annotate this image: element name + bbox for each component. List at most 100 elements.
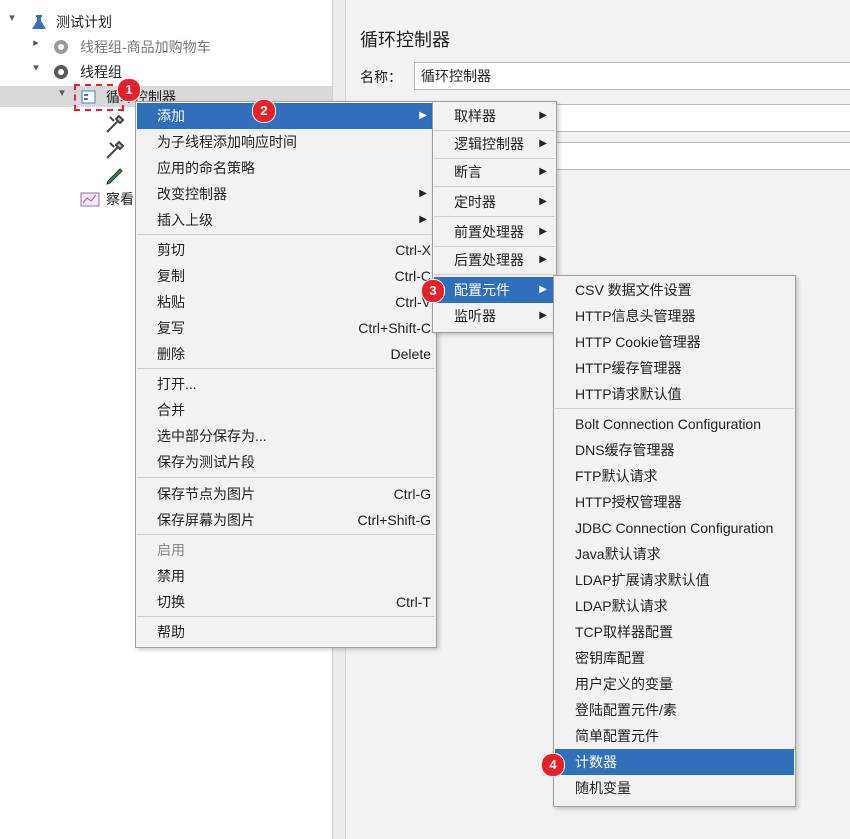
config-submenu-item-10[interactable]: Java默认请求 [555,541,794,567]
context-menu-item-9[interactable]: 删除 Delete [137,341,435,367]
add-submenu-item-5[interactable]: 后置处理器 ▶ [434,247,555,273]
context-menu-item-4[interactable]: 插入上级 ▶ [137,207,435,233]
config-submenu-item-18-label: 计数器 [575,754,617,770]
add-submenu-item-0-label: 取样器 [454,108,496,124]
config-submenu-item-7[interactable]: FTP默认请求 [555,463,794,489]
config-submenu-item-16[interactable]: 登陆配置元件/素 [555,697,794,723]
context-menu-item-11[interactable]: 合并 [137,397,435,423]
gear-icon [52,38,70,56]
context-menu-item-5-label: 剪切 [157,242,185,258]
chevron-right-icon: ▶ [539,138,547,149]
add-submenu-item-4[interactable]: 前置处理器 ▶ [434,219,555,245]
context-menu-item-7-label: 粘贴 [157,294,185,310]
context-menu-item-19[interactable]: 帮助 [137,619,435,645]
context-menu-item-15[interactable]: 保存屏幕为图片 Ctrl+Shift-G [137,507,435,533]
config-submenu-item-1[interactable]: HTTP信息头管理器 [555,303,794,329]
config-submenu-item-6-label: DNS缓存管理器 [575,442,675,458]
add-submenu-item-3[interactable]: 定时器 ▶ [434,189,555,215]
config-submenu-item-7-label: FTP默认请求 [575,468,658,484]
context-menu-item-8-label: 复写 [157,320,185,336]
chevron-down-icon[interactable]: ▾ [56,86,68,108]
context-menu-item-12[interactable]: 选中部分保存为... [137,423,435,449]
config-submenu-item-9[interactable]: JDBC Connection Configuration [555,515,794,541]
context-menu-item-0-label: 添加 [157,108,185,124]
context-menu-item-15-label: 保存屏幕为图片 [157,512,255,528]
config-submenu-item-18[interactable]: 计数器 [555,749,794,775]
context-menu-item-13[interactable]: 保存为测试片段 [137,449,435,475]
add-submenu-item-6-label: 配置元件 [454,282,510,298]
config-submenu-item-11[interactable]: LDAP扩展请求默认值 [555,567,794,593]
context-menu-item-1[interactable]: 为子线程添加响应时间 [137,129,435,155]
config-submenu-item-5[interactable]: Bolt Connection Configuration [555,411,794,437]
add-submenu-item-1-label: 逻辑控制器 [454,136,524,152]
config-submenu-item-3[interactable]: HTTP缓存管理器 [555,355,794,381]
config-submenu-item-8-label: HTTP授权管理器 [575,494,682,510]
flask-icon [30,13,48,31]
step-badge-3: 3 [421,279,445,303]
config-submenu-item-14-label: 密钥库配置 [575,650,645,666]
chevron-down-icon[interactable]: ▾ [6,11,18,33]
context-menu-item-1-label: 为子线程添加响应时间 [157,134,297,150]
config-submenu-item-0[interactable]: CSV 数据文件设置 [555,277,794,303]
chevron-down-icon[interactable]: ▾ [30,61,42,83]
config-submenu-item-9-label: JDBC Connection Configuration [575,520,774,536]
context-menu-item-7[interactable]: 粘贴 Ctrl-V [137,289,435,315]
tree-node-test-plan[interactable]: 测试计划 [56,11,112,33]
context-menu-item-2[interactable]: 应用的命名策略 [137,155,435,181]
context-menu-item-5[interactable]: 剪切 Ctrl-X [137,237,435,263]
chevron-right-icon: ▶ [539,196,547,207]
tree-node-thread-group-cart[interactable]: 线程组-商品加购物车 [80,36,211,58]
config-submenu-item-6[interactable]: DNS缓存管理器 [555,437,794,463]
context-menu-item-14[interactable]: 保存节点为图片 Ctrl-G [137,481,435,507]
menu-separator [434,130,555,131]
config-submenu-item-0-label: CSV 数据文件设置 [575,282,692,298]
context-menu: 添加 ▶ 为子线程添加响应时间 应用的命名策略 改变控制器 ▶ 插入上级 ▶ 剪切 Ctrl-X 复… [135,101,437,648]
sampler-icon [104,139,125,159]
config-submenu-item-10-label: Java默认请求 [575,546,661,562]
context-menu-item-10-label: 打开... [157,376,197,392]
config-submenu-item-4[interactable]: HTTP请求默认值 [555,381,794,407]
chevron-right-icon[interactable]: ▸ [30,36,42,58]
context-menu-item-11-label: 合并 [157,402,185,418]
config-submenu-item-19[interactable]: 随机变量 [555,775,794,801]
config-submenu-item-8[interactable]: HTTP授权管理器 [555,489,794,515]
add-submenu-item-6[interactable]: 配置元件 ▶ [434,277,555,303]
chevron-right-icon: ▶ [419,110,427,121]
context-menu-item-6[interactable]: 复制 Ctrl-C [137,263,435,289]
add-submenu-item-2[interactable]: 断言 ▶ [434,159,555,185]
context-menu-item-18[interactable]: 切换 Ctrl-T [137,589,435,615]
chevron-right-icon: ▶ [539,284,547,295]
add-submenu-item-1[interactable]: 逻辑控制器 ▶ [434,131,555,157]
add-submenu-item-4-label: 前置处理器 [454,224,524,240]
shortcut-text: Ctrl+Shift-G [357,512,431,528]
name-field[interactable]: 循环控制器 [414,62,850,90]
tree-node-thread-group[interactable]: 线程组 [80,61,122,83]
tree-node-view-results[interactable]: 察看 [106,188,134,210]
add-submenu-item-0[interactable]: 取样器 ▶ [434,103,555,129]
context-menu-item-3-label: 改变控制器 [157,186,227,202]
add-submenu: 取样器 ▶ 逻辑控制器 ▶ 断言 ▶ 定时器 ▶ 前置处理器 ▶ 后置处理器 ▶ 配置元件 ▶ 监听器 ▶ [432,101,557,333]
name-label: 名称： [360,69,402,85]
config-submenu-item-12[interactable]: LDAP默认请求 [555,593,794,619]
context-menu-item-8[interactable]: 复写 Ctrl+Shift-C [137,315,435,341]
chevron-right-icon: ▶ [539,226,547,237]
step-badge-4: 4 [541,753,565,777]
shortcut-text: Ctrl-G [393,486,431,502]
add-submenu-item-7[interactable]: 监听器 ▶ [434,303,555,329]
context-menu-item-0[interactable]: 添加 ▶ [137,103,435,129]
context-menu-item-3[interactable]: 改变控制器 ▶ [137,181,435,207]
gear-icon [52,63,70,81]
config-submenu-item-15[interactable]: 用户定义的变量 [555,671,794,697]
config-submenu-item-13[interactable]: TCP取样器配置 [555,619,794,645]
menu-separator [137,368,435,369]
config-submenu-item-17[interactable]: 简单配置元件 [555,723,794,749]
context-menu-item-17[interactable]: 禁用 [137,563,435,589]
config-submenu-item-2[interactable]: HTTP Cookie管理器 [555,329,794,355]
chevron-right-icon: ▶ [539,310,547,321]
chevron-right-icon: ▶ [539,110,547,121]
context-menu-item-16[interactable]: 启用 [137,537,435,563]
context-menu-item-10[interactable]: 打开... [137,371,435,397]
config-submenu-item-14[interactable]: 密钥库配置 [555,645,794,671]
config-submenu-item-3-label: HTTP缓存管理器 [575,360,682,376]
menu-separator [434,274,555,275]
